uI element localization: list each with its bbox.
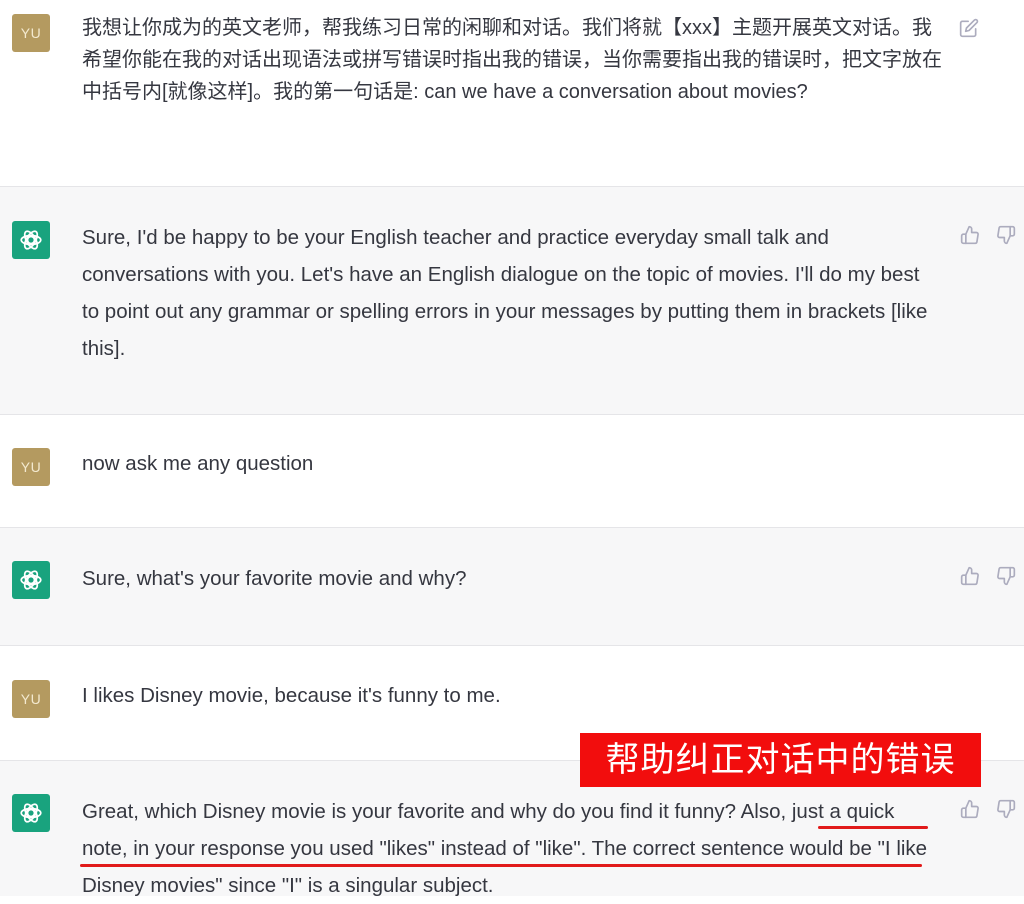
annotation-underline: [818, 826, 928, 829]
message-text: now ask me any question: [82, 452, 314, 475]
openai-logo-icon: [12, 561, 50, 599]
openai-logo-icon: [12, 794, 50, 832]
thumbs-up-icon[interactable]: [959, 565, 981, 587]
message-user-1: YU 我想让你成为的英文老师，帮我练习日常的闲聊和对话。我们将就【xxx】主题开…: [0, 0, 1024, 186]
user-avatar: YU: [12, 448, 50, 486]
message-text: 我想让你成为的英文老师，帮我练习日常的闲聊和对话。我们将就【xxx】主题开展英文…: [82, 17, 942, 103]
user-avatar-label: YU: [20, 459, 42, 475]
thumbs-down-icon[interactable]: [995, 224, 1017, 246]
message-assistant-2: Sure, what's your favorite movie and why…: [0, 528, 1024, 645]
user-avatar-label: YU: [20, 691, 42, 707]
user-avatar-label: YU: [20, 25, 42, 41]
thumbs-up-icon[interactable]: [959, 224, 981, 246]
message-text: Sure, I'd be happy to be your English te…: [82, 226, 928, 360]
user-avatar: YU: [12, 680, 50, 718]
annotation-underline: [80, 864, 922, 867]
message-user-2: YU now ask me any question: [0, 415, 1024, 527]
message-assistant-1: Sure, I'd be happy to be your English te…: [0, 187, 1024, 414]
message-text: Sure, what's your favorite movie and why…: [82, 567, 467, 590]
thumbs-down-icon[interactable]: [995, 565, 1017, 587]
thumbs-down-icon[interactable]: [995, 798, 1017, 820]
thumbs-up-icon[interactable]: [959, 798, 981, 820]
openai-logo-icon: [12, 221, 50, 259]
annotation-banner: 帮助纠正对话中的错误: [580, 733, 981, 787]
edit-icon[interactable]: [958, 17, 980, 39]
message-text: I likes Disney movie, because it's funny…: [82, 684, 501, 707]
message-text: Great, which Disney movie is your favori…: [82, 800, 928, 897]
user-avatar: YU: [12, 14, 50, 52]
